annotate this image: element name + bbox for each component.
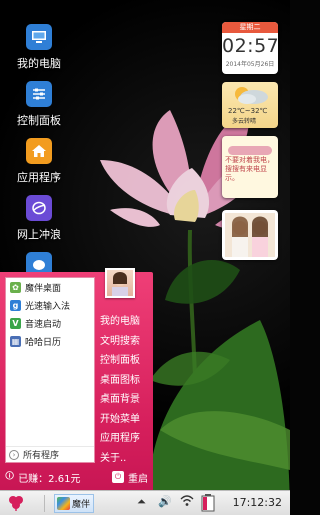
desktop-icon-my-computer[interactable]: 我的电脑 [8,24,70,71]
desktop-icon-label: 控制面板 [17,114,61,127]
all-programs-label: 所有程序 [23,451,60,461]
desktop-icon-control-panel[interactable]: 控制面板 [8,81,70,128]
restart-label: 重启 [128,473,148,485]
arrow-up-icon[interactable]: ⏶ [137,495,146,509]
program-item-mobang[interactable]: ✿ 魔伴桌面 [6,278,94,296]
mobang-icon [57,497,70,510]
keyboard-icon: g [10,299,21,311]
program-item-calendar[interactable]: ▦ 哈哈日历 [6,332,94,350]
desktop-icon-label: 网上冲浪 [17,228,61,241]
link-apps[interactable]: 应用程序 [100,429,140,449]
mobang-icon: ✿ [10,281,21,293]
computer-icon [26,24,52,50]
power-icon: ⏻ [112,471,124,483]
arrow-right-icon: › [9,449,19,460]
control-panel-icon [26,81,52,107]
v-launcher-icon: V [10,317,21,329]
desktop-icon-label: 我的电脑 [17,57,61,70]
desktop-icon-label: 应用程序 [17,171,61,184]
clock-weekday: 星期二 [222,22,278,33]
battery-icon[interactable] [201,494,215,515]
clock-widget[interactable]: 星期二 02:57 2014年05月26日 [222,22,278,74]
taskbar-time: 17:12:32 [232,496,282,509]
weather-widget[interactable]: 22℃~32℃ 多云转晴 [222,82,278,128]
program-item-launcher[interactable]: V 音速启动 [6,314,94,332]
home-apps-icon [26,138,52,164]
weather-condition: 多云转晴 [232,118,257,125]
taskbar-app-label: 魔伴 [72,500,91,510]
wifi-icon[interactable] [180,495,194,510]
all-programs-button[interactable]: › 所有程序 [6,446,94,462]
photo-image [225,213,275,257]
taskbar-app-mobang[interactable]: 魔伴 [54,494,94,513]
link-about[interactable]: 关于.. [100,449,140,469]
clover-icon [9,496,23,511]
taskbar: 魔伴 ⏶ 🔊 17:12:32 [0,490,290,515]
program-label: 光速输入法 [25,301,71,312]
sticky-note-widget[interactable]: 不要对着我电，搜搜有来电显示。 [222,136,278,198]
taskbar-divider [44,495,45,512]
link-my-computer[interactable]: 我的电脑 [100,312,140,332]
volume-icon[interactable]: 🔊 [158,495,172,508]
clock-time: 02:57 [222,35,278,57]
link-desktop-icons[interactable]: 桌面图标 [100,371,140,391]
photo-widget[interactable] [222,210,278,260]
note-tag [228,146,272,155]
desktop-icon-apps[interactable]: 应用程序 [8,138,70,185]
program-label: 魔伴桌面 [25,283,62,294]
info-icon: 🛈 [5,472,15,482]
program-list: ✿ 魔伴桌面 g 光速输入法 V 音速启动 ▦ 哈哈日历 › 所有程序 [5,277,95,463]
link-start-menu[interactable]: 开始菜单 [100,410,140,430]
link-desktop-background[interactable]: 桌面背景 [100,390,140,410]
note-text: 不要对着我电，搜搜有来电显示。 [225,156,274,182]
clock-date: 2014年05月26日 [225,61,275,68]
calendar-icon: ▦ [10,335,21,347]
menu-links: 我的电脑 文明搜索 控制面板 桌面图标 桌面背景 开始菜单 应用程序 关于.. [100,312,140,468]
menu-footer: 🛈 已赚：2.61元 ⏻ 重启 [5,468,148,486]
program-label: 哈哈日历 [25,337,62,348]
start-button[interactable] [6,494,26,512]
start-menu: ✿ 魔伴桌面 g 光速输入法 V 音速启动 ▦ 哈哈日历 › 所有程序 我的电脑… [0,268,153,490]
program-item-input-method[interactable]: g 光速输入法 [6,296,94,314]
cloudy-sun-icon [235,87,268,104]
program-label: 音速启动 [25,319,62,330]
link-search[interactable]: 文明搜索 [100,332,140,352]
restart-button[interactable]: ⏻ 重启 [112,470,148,485]
weather-temp: 22℃~32℃ [228,107,268,115]
desktop-icon-browser[interactable]: 网上冲浪 [8,195,70,242]
earned-text: 已赚：2.61元 [18,473,81,485]
avatar[interactable] [105,268,135,298]
browser-icon [26,195,52,221]
link-control-panel[interactable]: 控制面板 [100,351,140,371]
